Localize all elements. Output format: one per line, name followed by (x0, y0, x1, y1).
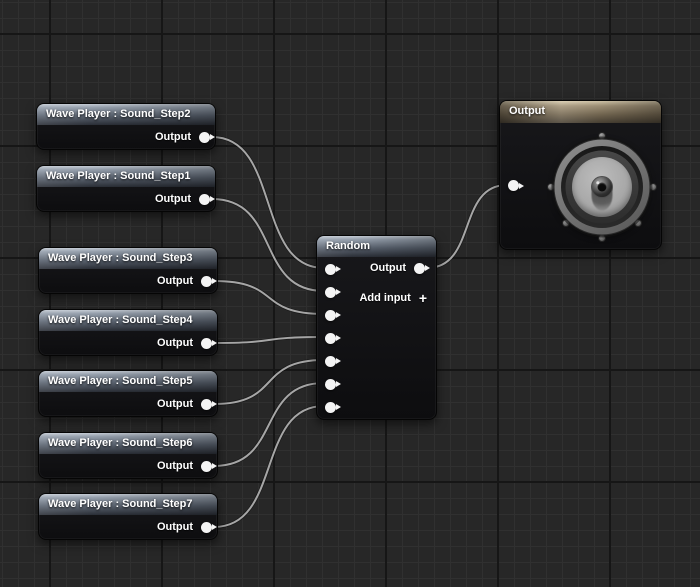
random-input-pin-6[interactable] (325, 379, 336, 390)
wire-wave-player-:-sound_step4-to-random[interactable] (214, 337, 324, 343)
output-pin-label: Output (157, 460, 193, 472)
output-pin-label: Output (157, 398, 193, 410)
wave-player-node-sound_step2[interactable]: Wave Player : Sound_Step2 Output (36, 103, 216, 150)
wave-player-output-row: Output (155, 131, 210, 143)
random-input-pin-7[interactable] (325, 402, 336, 413)
output-pin-label: Output (157, 275, 193, 287)
random-node-header[interactable]: Random (317, 236, 436, 257)
random-node[interactable]: Random Output Add input + (316, 235, 437, 420)
output-pin[interactable] (201, 522, 212, 533)
output-pin-label: Output (370, 262, 406, 274)
output-pin-label: Output (155, 131, 191, 143)
wave-player-output-row: Output (157, 521, 212, 533)
wave-player-node-sound_step4[interactable]: Wave Player : Sound_Step4 Output (38, 309, 218, 356)
wire-random-to-output[interactable] (427, 185, 507, 268)
output-pin[interactable] (201, 338, 212, 349)
wave-player-header[interactable]: Wave Player : Sound_Step5 (39, 371, 217, 392)
output-pin-label: Output (155, 193, 191, 205)
output-node-header[interactable]: Output (500, 101, 661, 123)
output-input-pin[interactable] (508, 180, 519, 191)
wave-player-title: Wave Player : Sound_Step5 (39, 371, 217, 392)
wire-wave-player-:-sound_step5-to-random[interactable] (214, 360, 324, 404)
add-input-button[interactable]: Add input + (359, 292, 427, 304)
random-input-pin-1[interactable] (325, 264, 336, 275)
output-pin-label: Output (157, 521, 193, 533)
wave-player-title: Wave Player : Sound_Step3 (39, 248, 217, 269)
wave-player-title: Wave Player : Sound_Step6 (39, 433, 217, 454)
wave-player-node-sound_step1[interactable]: Wave Player : Sound_Step1 Output (36, 165, 216, 212)
wave-player-node-sound_step7[interactable]: Wave Player : Sound_Step7 Output (38, 493, 218, 540)
wave-player-output-row: Output (155, 193, 210, 205)
random-input-pin-2[interactable] (325, 287, 336, 298)
output-node-title: Output (500, 101, 661, 122)
wave-player-node-sound_step6[interactable]: Wave Player : Sound_Step6 Output (38, 432, 218, 479)
wire-wave-player-:-sound_step6-to-random[interactable] (214, 383, 324, 466)
random-input-pin-3[interactable] (325, 310, 336, 321)
graph-canvas[interactable]: Wave Player : Sound_Step2 Output Wave Pl… (0, 0, 700, 587)
wave-player-title: Wave Player : Sound_Step2 (37, 104, 215, 125)
speaker-highlight (596, 181, 599, 184)
plus-icon: + (419, 292, 427, 304)
random-node-title: Random (317, 236, 436, 257)
random-input-pin-4[interactable] (325, 333, 336, 344)
wave-player-header[interactable]: Wave Player : Sound_Step2 (37, 104, 215, 125)
wave-player-header[interactable]: Wave Player : Sound_Step1 (37, 166, 215, 187)
output-node[interactable]: Output (499, 100, 662, 250)
wave-player-node-sound_step5[interactable]: Wave Player : Sound_Step5 Output (38, 370, 218, 417)
wire-wave-player-:-sound_step1-to-random[interactable] (212, 199, 324, 291)
random-output-row: Output (370, 262, 425, 274)
wave-player-output-row: Output (157, 398, 212, 410)
output-pin[interactable] (199, 132, 210, 143)
wire-wave-player-:-sound_step3-to-random[interactable] (214, 281, 324, 314)
wave-player-title: Wave Player : Sound_Step1 (37, 166, 215, 187)
output-pin[interactable] (199, 194, 210, 205)
wave-player-title: Wave Player : Sound_Step4 (39, 310, 217, 331)
random-input-pin-5[interactable] (325, 356, 336, 367)
wave-player-output-row: Output (157, 337, 212, 349)
wave-player-header[interactable]: Wave Player : Sound_Step3 (39, 248, 217, 269)
output-pin-label: Output (157, 337, 193, 349)
output-pin[interactable] (201, 399, 212, 410)
wave-player-header[interactable]: Wave Player : Sound_Step7 (39, 494, 217, 515)
wave-player-header[interactable]: Wave Player : Sound_Step4 (39, 310, 217, 331)
output-pin[interactable] (201, 276, 212, 287)
random-output-pin[interactable] (414, 263, 425, 274)
output-pin[interactable] (201, 461, 212, 472)
add-input-label: Add input (359, 292, 410, 304)
wave-player-output-row: Output (157, 275, 212, 287)
wave-player-title: Wave Player : Sound_Step7 (39, 494, 217, 515)
wave-player-node-sound_step3[interactable]: Wave Player : Sound_Step3 Output (38, 247, 218, 294)
wave-player-header[interactable]: Wave Player : Sound_Step6 (39, 433, 217, 454)
wave-player-output-row: Output (157, 460, 212, 472)
